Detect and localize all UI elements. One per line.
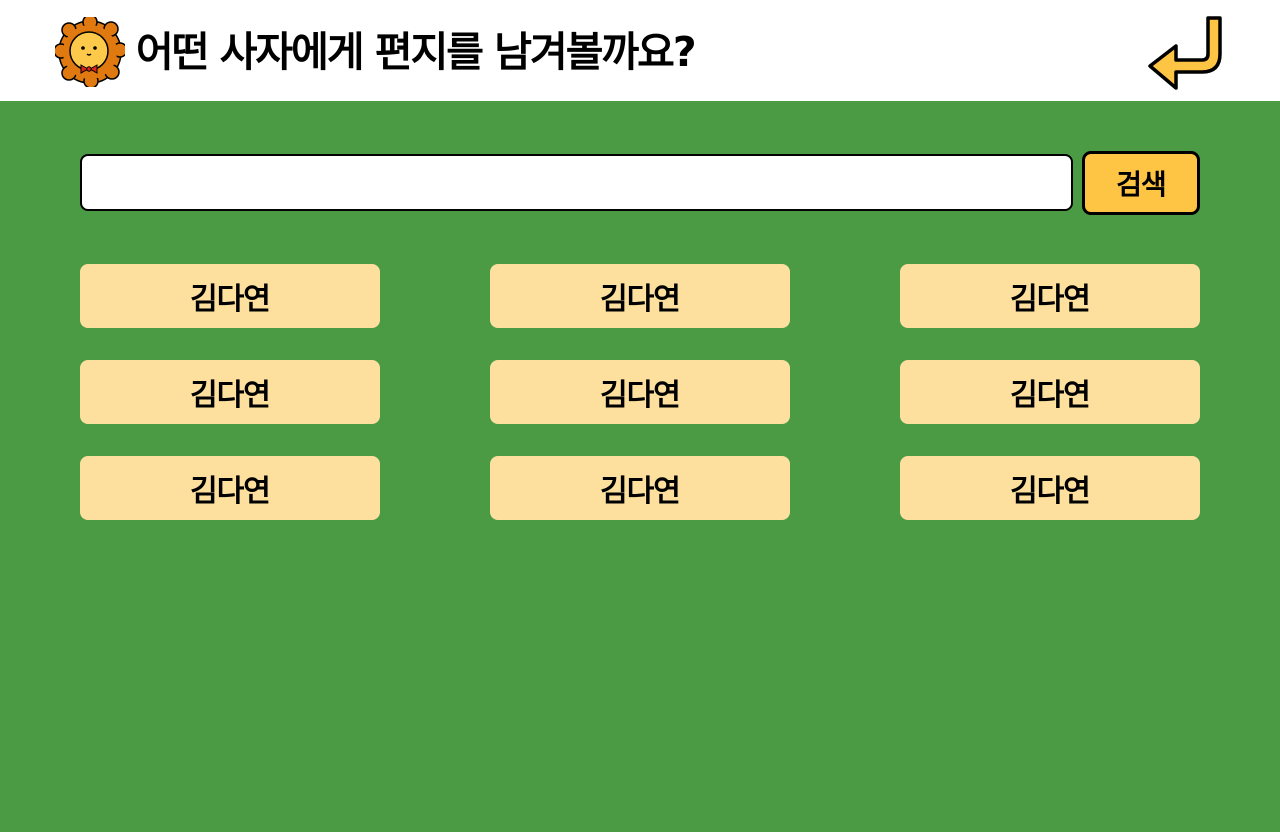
lion-name-button[interactable]: 김다연 — [900, 456, 1200, 520]
lion-name-button[interactable]: 김다연 — [900, 360, 1200, 424]
lion-name-button[interactable]: 김다연 — [80, 264, 380, 328]
header: 어떤 사자에게 편지를 남겨볼까요? — [0, 0, 1280, 101]
search-input[interactable] — [80, 154, 1073, 211]
lion-name-button[interactable]: 김다연 — [490, 456, 790, 520]
page-title: 어떤 사자에게 편지를 남겨볼까요? — [136, 28, 697, 76]
lion-icon — [55, 17, 125, 87]
lion-name-button[interactable]: 김다연 — [490, 264, 790, 328]
lion-name-button[interactable]: 김다연 — [900, 264, 1200, 328]
lion-name-button[interactable]: 김다연 — [80, 360, 380, 424]
search-button[interactable]: 검색 — [1082, 151, 1200, 215]
lion-name-button[interactable]: 김다연 — [490, 360, 790, 424]
lion-name-button[interactable]: 김다연 — [80, 456, 380, 520]
return-arrow-icon[interactable] — [1144, 14, 1224, 94]
